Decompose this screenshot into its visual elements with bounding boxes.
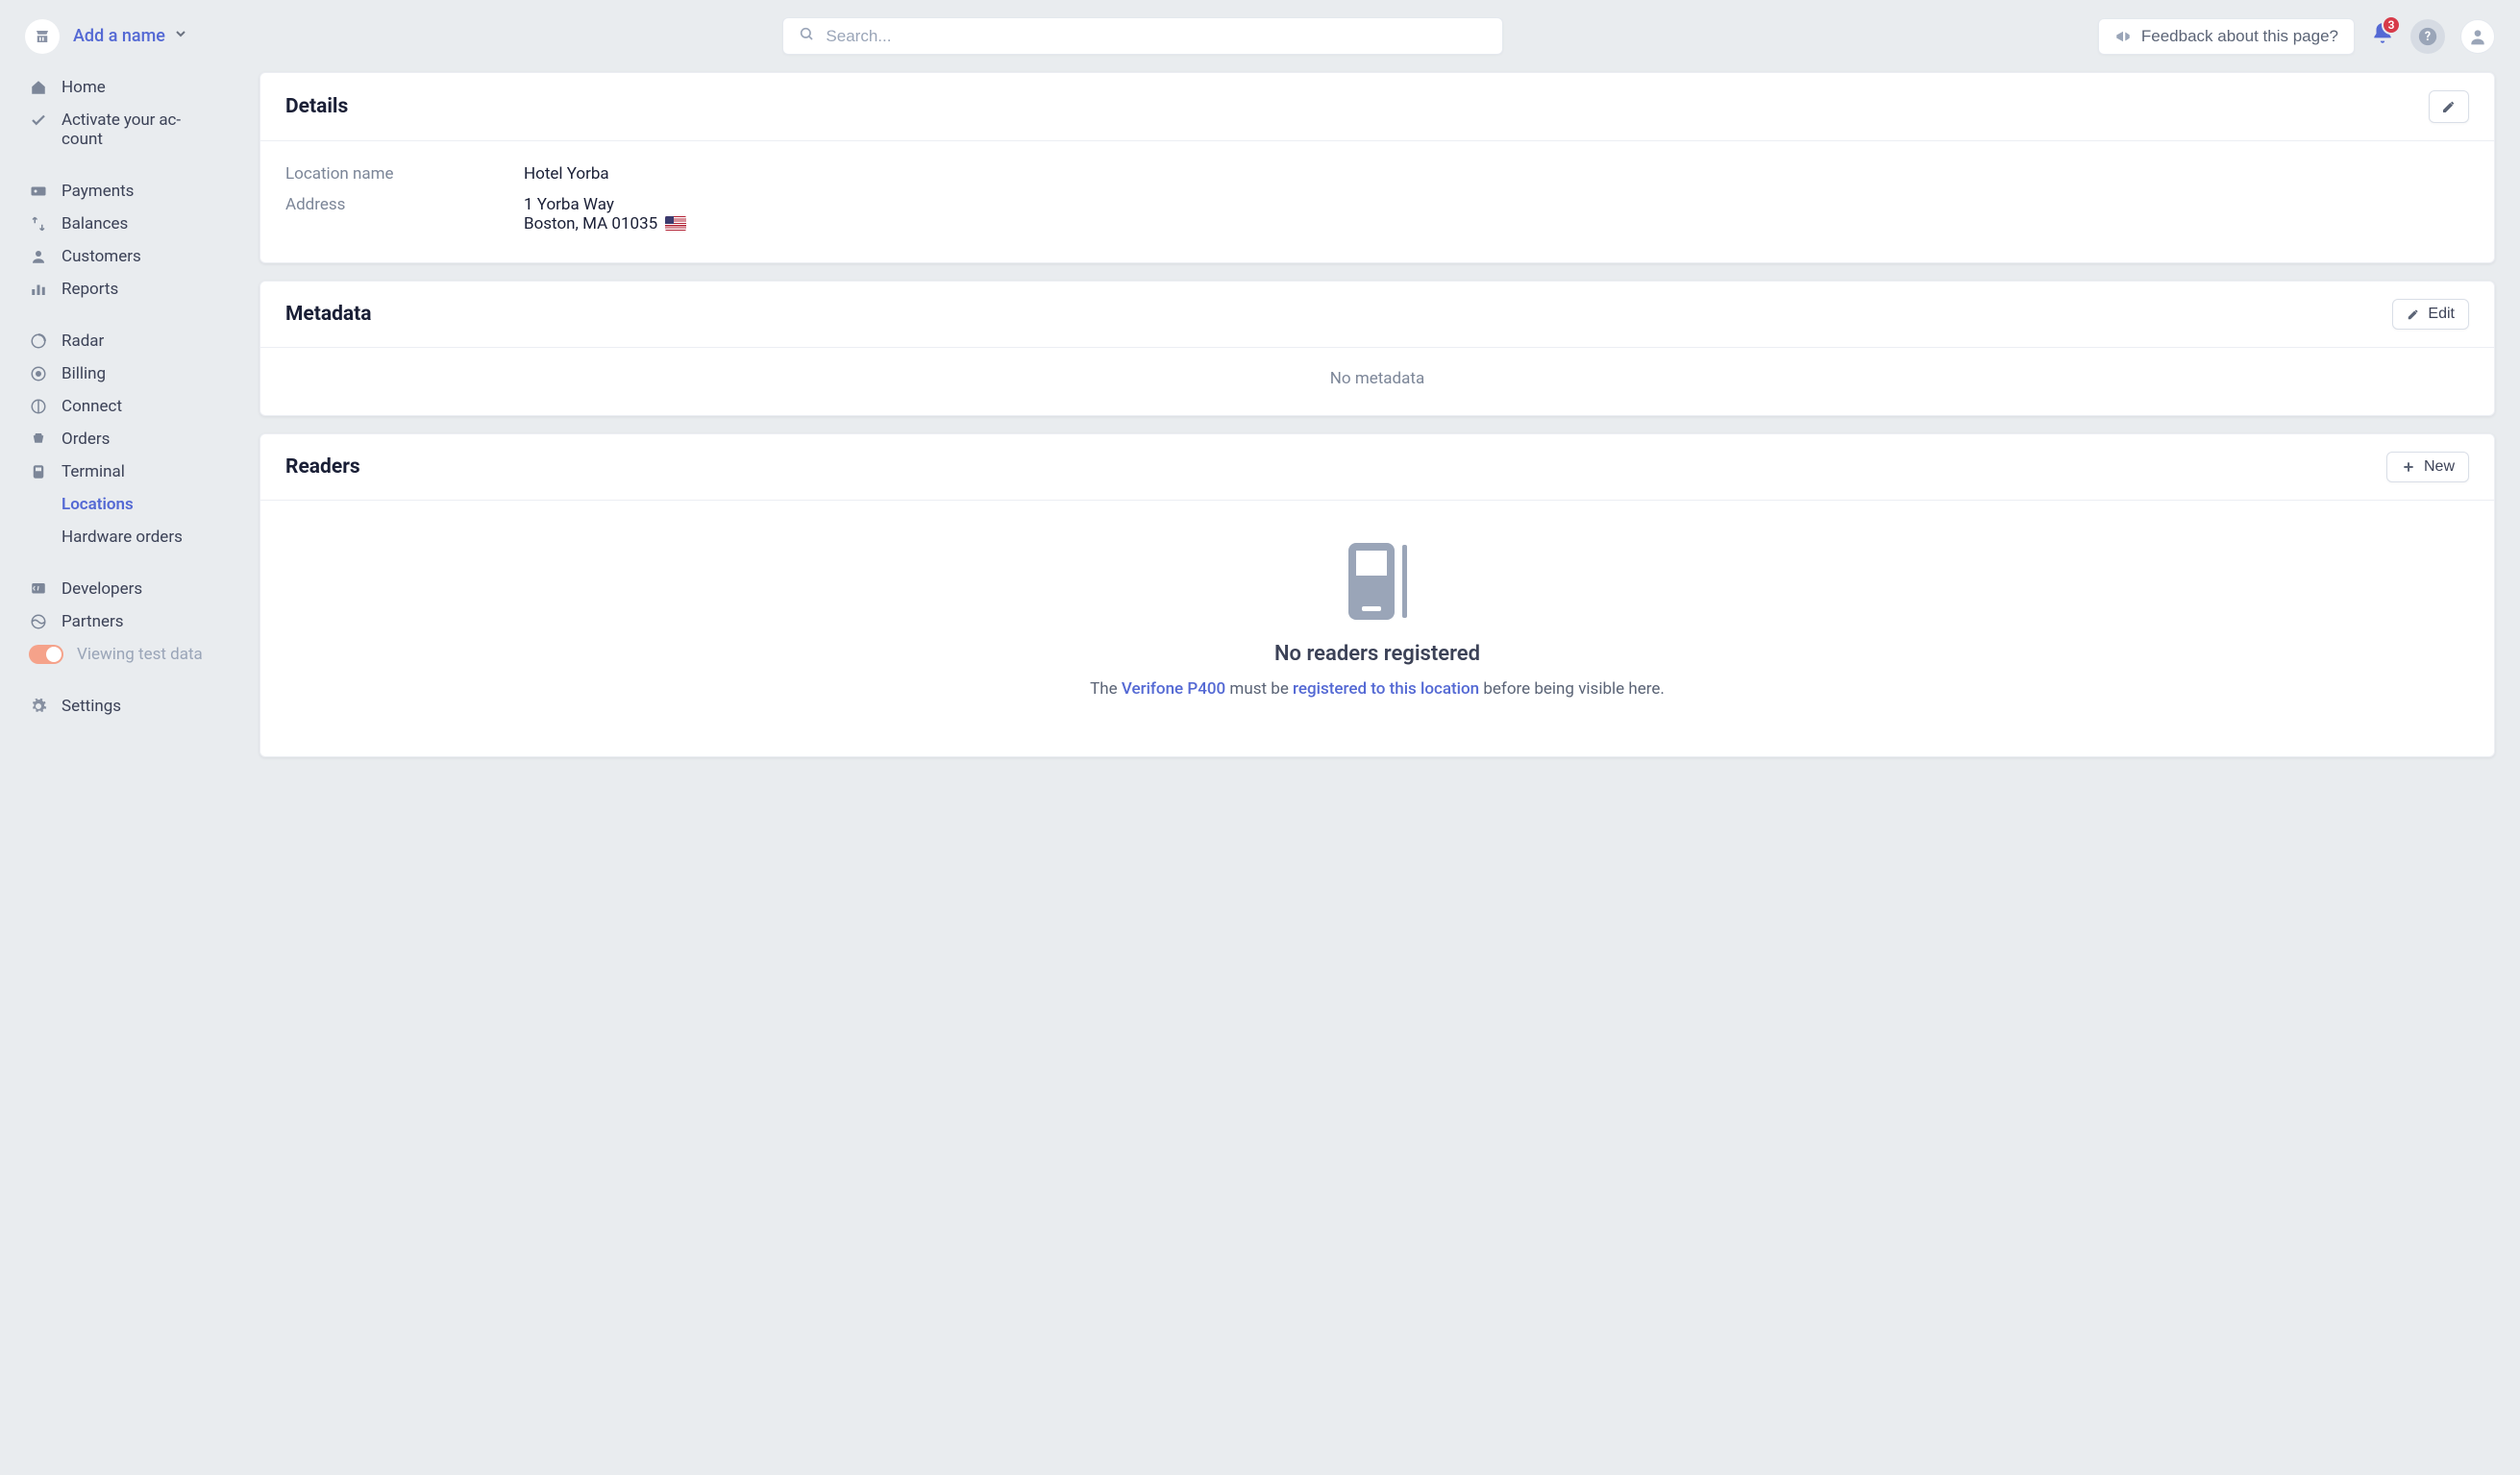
- edit-details-button[interactable]: [2429, 90, 2469, 123]
- account-name: Add a name: [73, 26, 165, 46]
- help-icon: ?: [2418, 27, 2437, 46]
- edit-metadata-button[interactable]: Edit: [2392, 299, 2469, 330]
- nav-orders[interactable]: Orders: [25, 424, 240, 455]
- store-icon: [25, 19, 60, 54]
- readers-empty-subtext: The Verifone P400 must be registered to …: [1090, 679, 1665, 699]
- search-input[interactable]: [826, 27, 1487, 46]
- connect-icon: [29, 397, 48, 416]
- readers-card: Readers New No re: [259, 433, 2495, 757]
- nav-activate-account[interactable]: Activate your ac-count: [25, 105, 240, 155]
- nav-payments[interactable]: Payments: [25, 176, 240, 207]
- test-data-toggle[interactable]: [29, 645, 63, 664]
- location-name-row: Location name Hotel Yorba: [285, 159, 2469, 189]
- orders-icon: [29, 430, 48, 449]
- main-content: Details Location name Hotel Yorba Addres…: [259, 72, 2495, 1446]
- nav-partners[interactable]: Partners: [25, 606, 240, 637]
- details-title: Details: [285, 95, 348, 118]
- gear-icon: [29, 697, 48, 716]
- payments-icon: [29, 182, 48, 201]
- search-bar[interactable]: [782, 17, 1503, 55]
- plus-icon: [2401, 459, 2416, 475]
- terminal-icon: [29, 462, 48, 481]
- us-flag-icon: [665, 216, 686, 231]
- nav-radar[interactable]: Radar: [25, 326, 240, 356]
- developers-icon: [29, 579, 48, 599]
- user-icon: [2468, 27, 2487, 46]
- partners-icon: [29, 612, 48, 631]
- nav-connect[interactable]: Connect: [25, 391, 240, 422]
- nav-balances[interactable]: Balances: [25, 209, 240, 239]
- nav-terminal[interactable]: Terminal: [25, 456, 240, 487]
- pencil-icon: [2407, 307, 2420, 321]
- address-row: Address 1 Yorba Way Boston, MA 01035: [285, 189, 2469, 239]
- new-reader-button[interactable]: New: [2386, 452, 2469, 482]
- svg-text:?: ?: [2425, 30, 2431, 44]
- details-card: Details Location name Hotel Yorba Addres…: [259, 72, 2495, 263]
- nav-customers[interactable]: Customers: [25, 241, 240, 272]
- metadata-empty: No metadata: [260, 348, 2494, 415]
- megaphone-icon: [2114, 28, 2132, 45]
- home-icon: [29, 78, 48, 97]
- feedback-label: Feedback about this page?: [2141, 27, 2338, 46]
- balances-icon: [29, 214, 48, 234]
- sidebar: Home Activate your ac-count Payments Bal…: [0, 72, 250, 1446]
- billing-icon: [29, 364, 48, 383]
- nav-terminal-locations[interactable]: Locations: [25, 489, 240, 520]
- readers-title: Readers: [285, 455, 360, 479]
- test-data-label: Viewing test data: [77, 645, 203, 664]
- location-name-value: Hotel Yorba: [524, 164, 609, 184]
- address-line-2: Boston, MA 01035: [524, 214, 657, 234]
- nav-developers[interactable]: Developers: [25, 574, 240, 604]
- address-label: Address: [285, 195, 497, 234]
- nav-home[interactable]: Home: [25, 72, 240, 103]
- readers-empty-title: No readers registered: [1274, 642, 1480, 666]
- notifications-button[interactable]: 3: [2370, 21, 2395, 51]
- nav-reports[interactable]: Reports: [25, 274, 240, 305]
- search-icon: [799, 26, 814, 46]
- chevron-down-icon: [173, 26, 188, 46]
- profile-button[interactable]: [2460, 19, 2495, 54]
- metadata-title: Metadata: [285, 303, 371, 326]
- topbar: Add a name Feedback about this page?: [0, 0, 2520, 64]
- pencil-icon: [2441, 99, 2457, 114]
- nav-terminal-hardware-orders[interactable]: Hardware orders: [25, 522, 240, 553]
- notification-badge: 3: [2382, 15, 2401, 35]
- radar-icon: [29, 332, 48, 351]
- location-name-label: Location name: [285, 164, 497, 184]
- register-location-link[interactable]: registered to this location: [1293, 679, 1479, 699]
- test-data-toggle-row: Viewing test data: [25, 639, 240, 670]
- account-switcher[interactable]: Add a name: [25, 19, 188, 54]
- nav-billing[interactable]: Billing: [25, 358, 240, 389]
- reader-device-icon: [1343, 539, 1412, 628]
- check-icon: [29, 111, 48, 130]
- address-line-1: 1 Yorba Way: [524, 195, 686, 214]
- reports-icon: [29, 280, 48, 299]
- metadata-card: Metadata Edit No metadata: [259, 281, 2495, 416]
- nav-settings[interactable]: Settings: [25, 691, 240, 722]
- help-button[interactable]: ?: [2410, 19, 2445, 54]
- feedback-button[interactable]: Feedback about this page?: [2098, 18, 2355, 55]
- verifone-p400-link[interactable]: Verifone P400: [1122, 679, 1225, 699]
- customers-icon: [29, 247, 48, 266]
